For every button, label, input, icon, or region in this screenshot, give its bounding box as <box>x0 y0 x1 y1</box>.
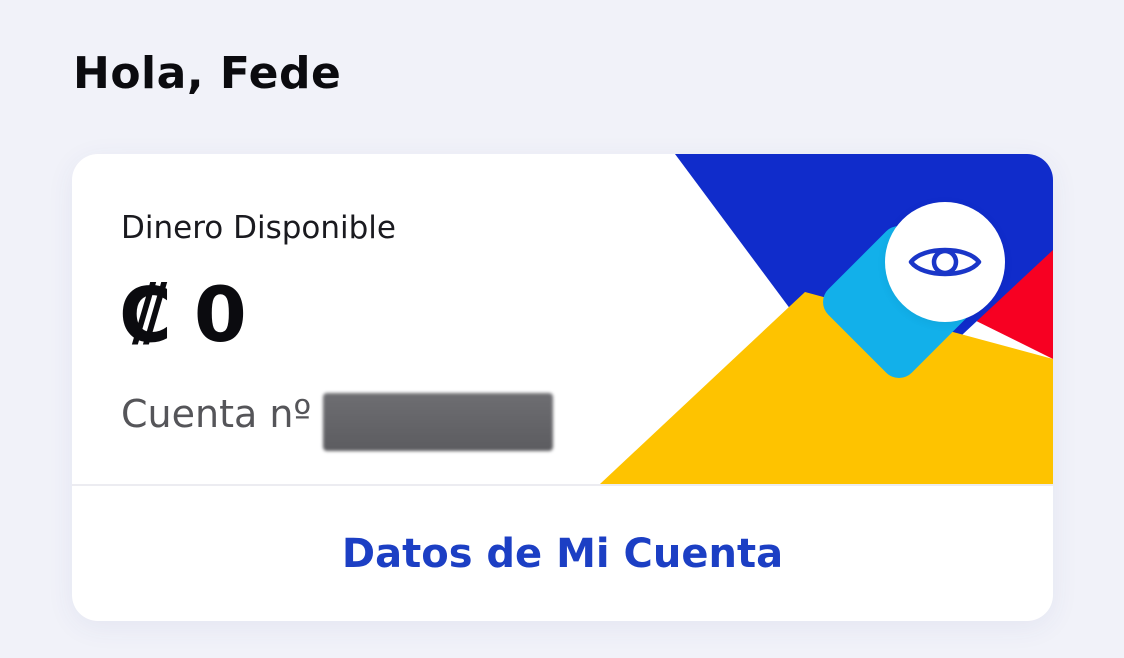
balance-label: Dinero Disponible <box>121 210 396 246</box>
eye-icon <box>908 247 982 277</box>
balance-value: 0 <box>193 270 247 359</box>
account-number-label: Cuenta nº <box>121 392 312 436</box>
currency-symbol: ₡ <box>119 270 172 359</box>
balance-card: Dinero Disponible ₡ 0 Cuenta nº Datos de … <box>72 154 1053 621</box>
account-number-row: Cuenta nº <box>121 384 554 451</box>
toggle-balance-visibility-button[interactable] <box>885 202 1005 322</box>
balance-card-top: Dinero Disponible ₡ 0 Cuenta nº <box>72 154 1053 484</box>
account-number-redacted <box>323 393 554 451</box>
balance-amount: ₡ 0 <box>119 270 247 360</box>
account-details-link[interactable]: Datos de Mi Cuenta <box>72 486 1053 621</box>
greeting-title: Hola, Fede <box>73 48 342 99</box>
